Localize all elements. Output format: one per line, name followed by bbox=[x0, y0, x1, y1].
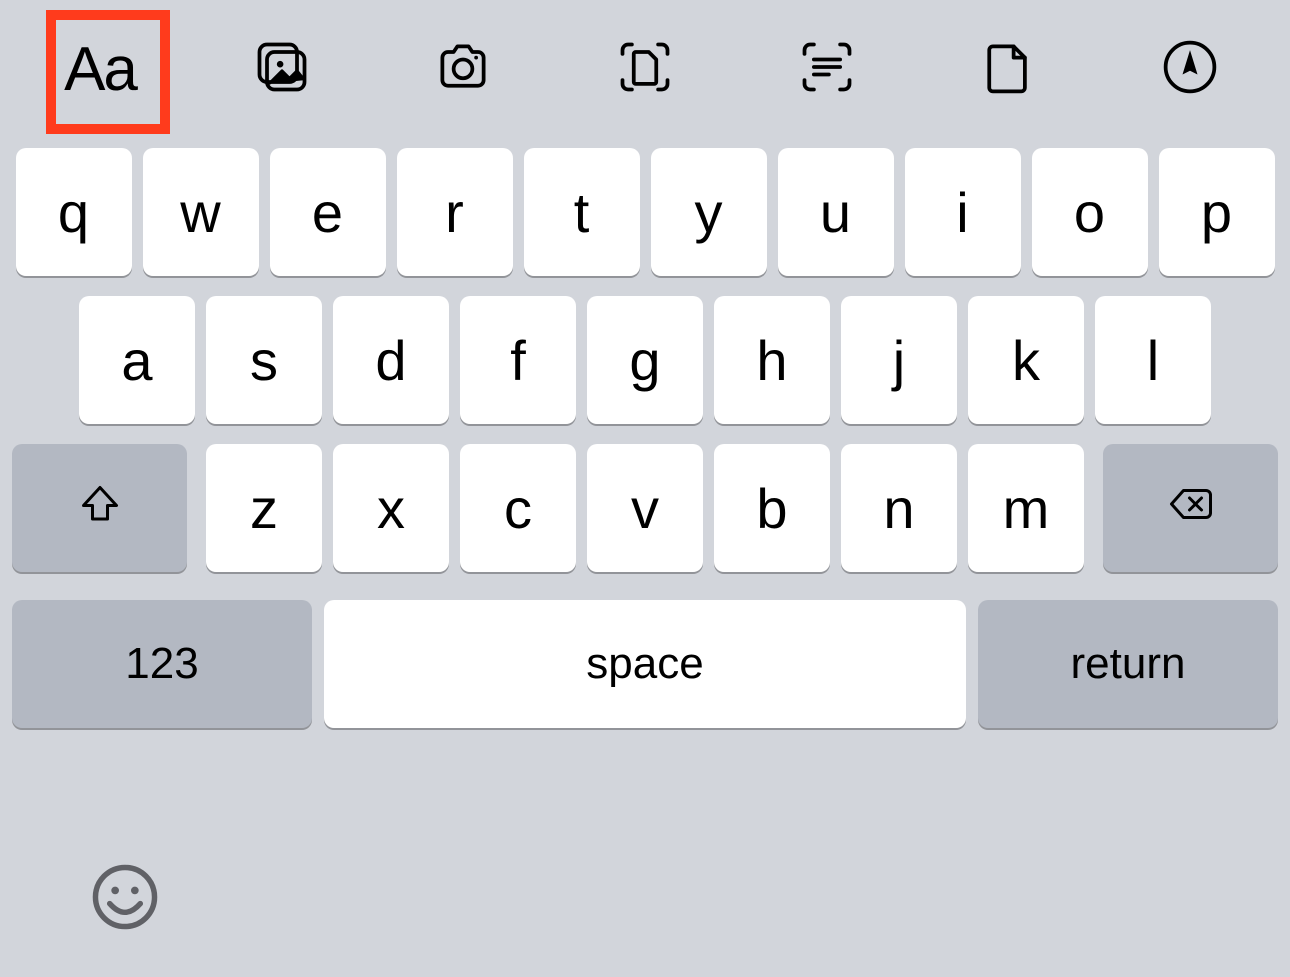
key-e[interactable]: e bbox=[270, 148, 386, 276]
key-a[interactable]: a bbox=[79, 296, 195, 424]
keyboard-row-3: z x c v b n m bbox=[10, 444, 1280, 572]
backspace-icon bbox=[1167, 476, 1215, 541]
photos-icon bbox=[252, 37, 312, 102]
shift-icon bbox=[76, 476, 124, 541]
key-c[interactable]: c bbox=[460, 444, 576, 572]
key-g[interactable]: g bbox=[587, 296, 703, 424]
keyboard-row-2: a s d f g h j k l bbox=[10, 296, 1280, 424]
key-k[interactable]: k bbox=[968, 296, 1084, 424]
backspace-key[interactable] bbox=[1103, 444, 1278, 572]
attach-file-button[interactable] bbox=[968, 29, 1048, 109]
key-f[interactable]: f bbox=[460, 296, 576, 424]
key-q[interactable]: q bbox=[16, 148, 132, 276]
photos-button[interactable] bbox=[242, 29, 322, 109]
keyboard: q w e r t y u i o p a s d f g h j k l z … bbox=[0, 138, 1290, 728]
key-j[interactable]: j bbox=[841, 296, 957, 424]
markup-button[interactable] bbox=[1150, 29, 1230, 109]
emoji-keyboard-button[interactable] bbox=[90, 862, 160, 937]
numbers-key[interactable]: 123 bbox=[12, 600, 312, 728]
key-i[interactable]: i bbox=[905, 148, 1021, 276]
key-x[interactable]: x bbox=[333, 444, 449, 572]
key-t[interactable]: t bbox=[524, 148, 640, 276]
key-v[interactable]: v bbox=[587, 444, 703, 572]
key-s[interactable]: s bbox=[206, 296, 322, 424]
key-y[interactable]: y bbox=[651, 148, 767, 276]
key-r[interactable]: r bbox=[397, 148, 513, 276]
key-z[interactable]: z bbox=[206, 444, 322, 572]
key-o[interactable]: o bbox=[1032, 148, 1148, 276]
document-icon bbox=[978, 37, 1038, 102]
scan-document-button[interactable] bbox=[605, 29, 685, 109]
text-format-button[interactable]: Aa bbox=[60, 29, 140, 109]
key-w[interactable]: w bbox=[143, 148, 259, 276]
emoji-icon bbox=[90, 919, 160, 936]
return-key[interactable]: return bbox=[978, 600, 1278, 728]
markup-icon bbox=[1160, 37, 1220, 102]
space-key[interactable]: space bbox=[324, 600, 966, 728]
scan-document-icon bbox=[615, 37, 675, 102]
key-d[interactable]: d bbox=[333, 296, 449, 424]
keyboard-row-1: q w e r t y u i o p bbox=[10, 148, 1280, 276]
key-n[interactable]: n bbox=[841, 444, 957, 572]
key-u[interactable]: u bbox=[778, 148, 894, 276]
toolbar: Aa bbox=[0, 0, 1290, 138]
key-p[interactable]: p bbox=[1159, 148, 1275, 276]
key-m[interactable]: m bbox=[968, 444, 1084, 572]
key-l[interactable]: l bbox=[1095, 296, 1211, 424]
key-b[interactable]: b bbox=[714, 444, 830, 572]
key-h[interactable]: h bbox=[714, 296, 830, 424]
scan-text-button[interactable] bbox=[787, 29, 867, 109]
bottom-bar bbox=[90, 862, 160, 937]
shift-key[interactable] bbox=[12, 444, 187, 572]
camera-button[interactable] bbox=[423, 29, 503, 109]
keyboard-row-bottom: 123 space return bbox=[10, 600, 1280, 728]
scan-text-icon bbox=[797, 37, 857, 102]
text-format-icon: Aa bbox=[64, 34, 136, 105]
camera-icon bbox=[433, 37, 493, 102]
